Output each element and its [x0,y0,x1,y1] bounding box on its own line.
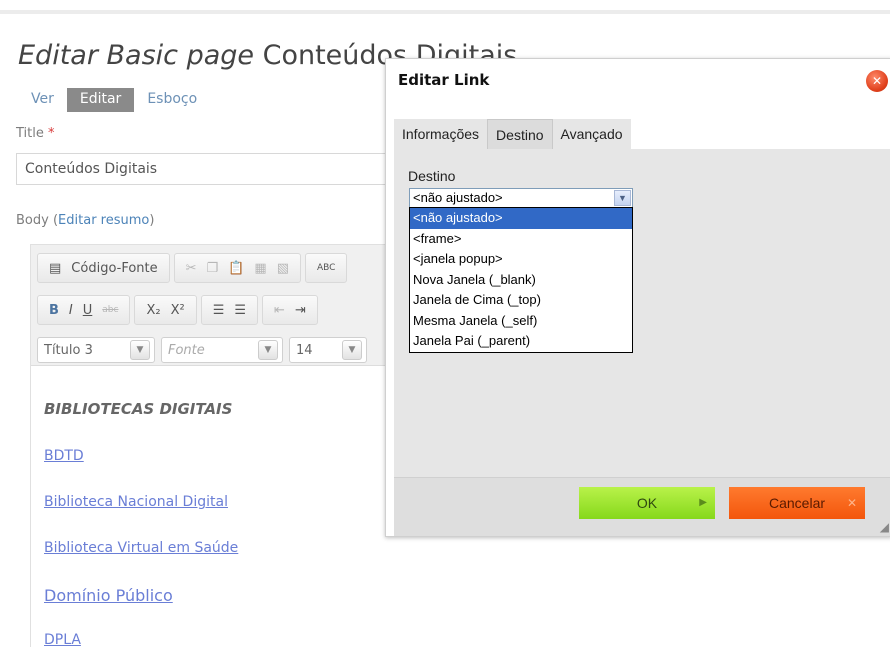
copy-icon[interactable]: ❐ [207,261,219,276]
play-icon: ▶ [699,497,707,508]
outdent-icon[interactable]: ⇤ [274,303,285,318]
page-tabs: Ver Editar Esboço [18,88,210,112]
list-group: ☰ ☰ [200,295,259,325]
cancel-label: Cancelar [768,495,826,511]
basic-style-group: B I U abc [37,295,131,325]
option-janela-popup[interactable]: <janela popup> [410,249,632,270]
top-border [0,10,890,14]
option-frame[interactable]: <frame> [410,229,632,250]
dialog-title: Editar Link [398,71,490,89]
format-value: Título 3 [44,342,93,358]
body-label-text: Body [16,213,49,228]
numbered-list-icon[interactable]: ☰ [213,303,225,318]
tab-esboco[interactable]: Esboço [134,88,210,112]
content-link-bvs[interactable]: Biblioteca Virtual em Saúde [44,540,238,556]
dialog-footer: OK ▶ Cancelar ✕ ◢ [394,477,890,536]
option-self[interactable]: Mesma Janela (_self) [410,311,632,332]
paste-word-icon[interactable]: ▧ [277,261,289,276]
content-link-bnd[interactable]: Biblioteca Nacional Digital [44,494,228,510]
title-input[interactable]: Conteúdos Digitais [16,153,436,185]
title-label-text: Title [16,126,44,141]
cut-icon[interactable]: ✂ [186,261,197,276]
destino-select[interactable]: <não ajustado> ▼ [409,188,633,208]
dialog-panel: Destino <não ajustado> ▼ <não ajustado> … [394,149,890,477]
font-placeholder: Fonte [168,342,205,358]
resize-handle-icon[interactable]: ◢ [880,520,889,534]
toolbar-row-2: B I U abc X₂ X² ☰ ☰ ⇤ ⇥ [37,295,322,325]
close-icon: ✕ [846,496,857,510]
page-title-prefix: Editar Basic page [18,40,255,71]
option-nao-ajustado[interactable]: <não ajustado> [410,208,632,229]
destino-label: Destino [408,168,456,184]
title-label: Title * [16,126,55,141]
destino-dropdown: <não ajustado> <frame> <janela popup> No… [409,207,633,353]
rich-text-editor: ▤ Código-Fonte ✂ ❐ 📋 ▦ ▧ ABC B I U abc X… [30,244,411,648]
chevron-down-icon[interactable]: ▼ [614,190,631,206]
bold-button[interactable]: B [49,303,59,318]
option-parent[interactable]: Janela Pai (_parent) [410,331,632,352]
bullet-list-icon[interactable]: ☰ [234,303,246,318]
tab-informacoes[interactable]: Informações [394,119,488,149]
destino-selected-value: <não ajustado> [413,190,503,205]
content-heading: BIBLIOTECAS DIGITAIS [44,400,233,418]
body-label: Body (Editar resumo) [16,213,155,228]
source-button[interactable]: Código-Fonte [71,261,157,276]
clipboard-group: ✂ ❐ 📋 ▦ ▧ [173,253,301,283]
edit-summary-link[interactable]: Editar resumo [58,213,149,228]
indent-group: ⇤ ⇥ [262,295,318,325]
chevron-down-icon: ▼ [258,340,278,360]
paste-icon[interactable]: 📋 [228,261,244,276]
ok-button[interactable]: OK ▶ [579,487,715,519]
close-icon[interactable]: ✕ [866,70,888,92]
strike-button[interactable]: abc [102,305,118,315]
cancel-button[interactable]: Cancelar ✕ [729,487,865,519]
indent-icon[interactable]: ⇥ [295,303,306,318]
size-value: 14 [296,342,313,358]
required-mark: * [48,126,55,141]
size-combo[interactable]: 14 ▼ [289,337,367,363]
font-combo[interactable]: Fonte ▼ [161,337,283,363]
edit-link-dialog: Editar Link ✕ Destino <não ajustado> ▼ <… [385,58,890,537]
tab-destino[interactable]: Destino [487,119,553,149]
spell-group: ABC [304,253,348,283]
script-group: X₂ X² [134,295,197,325]
content-link-dominio[interactable]: Domínio Público [44,586,173,605]
content-link-bdtd[interactable]: BDTD [44,448,84,464]
format-combo[interactable]: Título 3 ▼ [37,337,155,363]
tab-ver[interactable]: Ver [18,88,67,112]
editor-content[interactable]: BIBLIOTECAS DIGITAIS BDTD Biblioteca Nac… [31,365,411,648]
ok-label: OK [636,495,658,511]
paste-text-icon[interactable]: ▦ [254,261,266,276]
toolbar-row-1: ▤ Código-Fonte ✂ ❐ 📋 ▦ ▧ ABC [37,253,351,283]
dialog-tabs: Informações Destino Avançado [394,119,631,149]
option-blank[interactable]: Nova Janela (_blank) [410,270,632,291]
source-doc-icon: ▤ [49,260,62,276]
chevron-down-icon: ▼ [342,340,362,360]
toolbar-row-3: Título 3 ▼ Fonte ▼ 14 ▼ [37,335,373,365]
chevron-down-icon: ▼ [130,340,150,360]
tab-editar[interactable]: Editar [66,88,135,112]
tab-avancado[interactable]: Avançado [552,119,631,149]
option-top[interactable]: Janela de Cima (_top) [410,290,632,311]
underline-button[interactable]: U [83,303,93,318]
source-group: ▤ Código-Fonte [37,253,170,283]
subscript-button[interactable]: X₂ [146,303,160,318]
italic-button[interactable]: I [69,303,73,318]
spellcheck-icon[interactable]: ABC [317,263,335,273]
superscript-button[interactable]: X² [171,303,185,318]
content-link-dpla[interactable]: DPLA [44,632,81,648]
